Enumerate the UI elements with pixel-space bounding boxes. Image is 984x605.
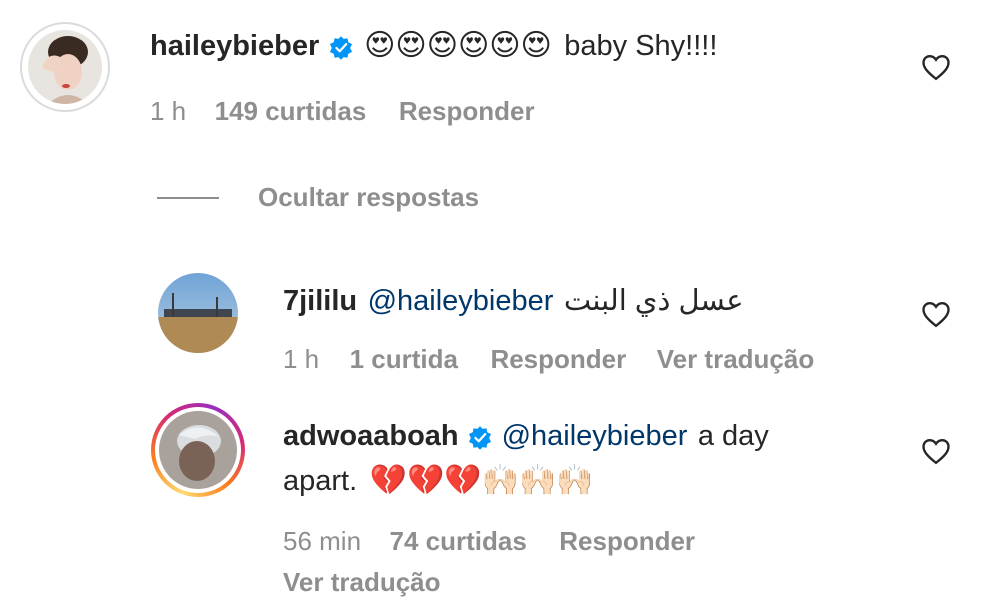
heart-outline-icon	[922, 301, 950, 328]
reply-emojis: 💔💔💔🙌🏻🙌🏻🙌🏻	[369, 463, 594, 498]
avatar-image	[28, 30, 102, 104]
comment-emojis: 😍😍😍😍😍😍	[364, 28, 552, 63]
verified-badge-icon	[328, 35, 354, 66]
reply-translate-button[interactable]: Ver tradução	[657, 344, 815, 374]
avatar-7jililu[interactable]	[158, 273, 238, 353]
comment-reply-button[interactable]: Responder	[399, 96, 535, 126]
reply-reply-button[interactable]: Responder	[559, 526, 695, 556]
reply-likes[interactable]: 74 curtidas	[390, 526, 527, 556]
heart-outline-icon	[922, 54, 950, 81]
reply-text-line1: a day	[697, 420, 769, 452]
verified-badge-icon	[467, 425, 493, 456]
reply-text-line2: apart.	[283, 465, 358, 497]
avatar-haileybieber[interactable]	[20, 22, 110, 112]
reply-translate-button[interactable]: Ver tradução	[283, 567, 441, 598]
avatar-image	[159, 411, 237, 489]
comment-like-button[interactable]	[921, 53, 951, 86]
comment-likes[interactable]: 149 curtidas	[215, 96, 367, 126]
comment-username[interactable]: haileybieber	[150, 30, 319, 62]
reply-username[interactable]: 7jililu	[283, 285, 357, 317]
reply-username[interactable]: adwoaaboah	[283, 420, 459, 452]
heart-outline-icon	[922, 438, 950, 465]
reply-mention[interactable]: @haileybieber	[368, 285, 554, 317]
avatar-adwoaaboah[interactable]	[151, 403, 245, 497]
reply-time[interactable]: 56 min	[283, 526, 361, 556]
reply-reply-button[interactable]: Responder	[490, 344, 626, 374]
reply-time[interactable]: 1 h	[283, 344, 319, 374]
avatar-image	[158, 273, 238, 353]
comment-time[interactable]: 1 h	[150, 96, 186, 126]
comment-text: baby Shy!!!!	[564, 30, 718, 62]
reply-like-button[interactable]	[921, 300, 951, 333]
reply-like-button[interactable]	[921, 437, 951, 470]
reply-likes[interactable]: 1 curtida	[350, 344, 458, 374]
hide-replies-button[interactable]: Ocultar respostas	[258, 182, 479, 213]
hide-replies-line	[157, 197, 219, 199]
reply-mention[interactable]: @haileybieber	[502, 420, 688, 452]
reply-text: عسل ذي البنت	[563, 285, 744, 317]
